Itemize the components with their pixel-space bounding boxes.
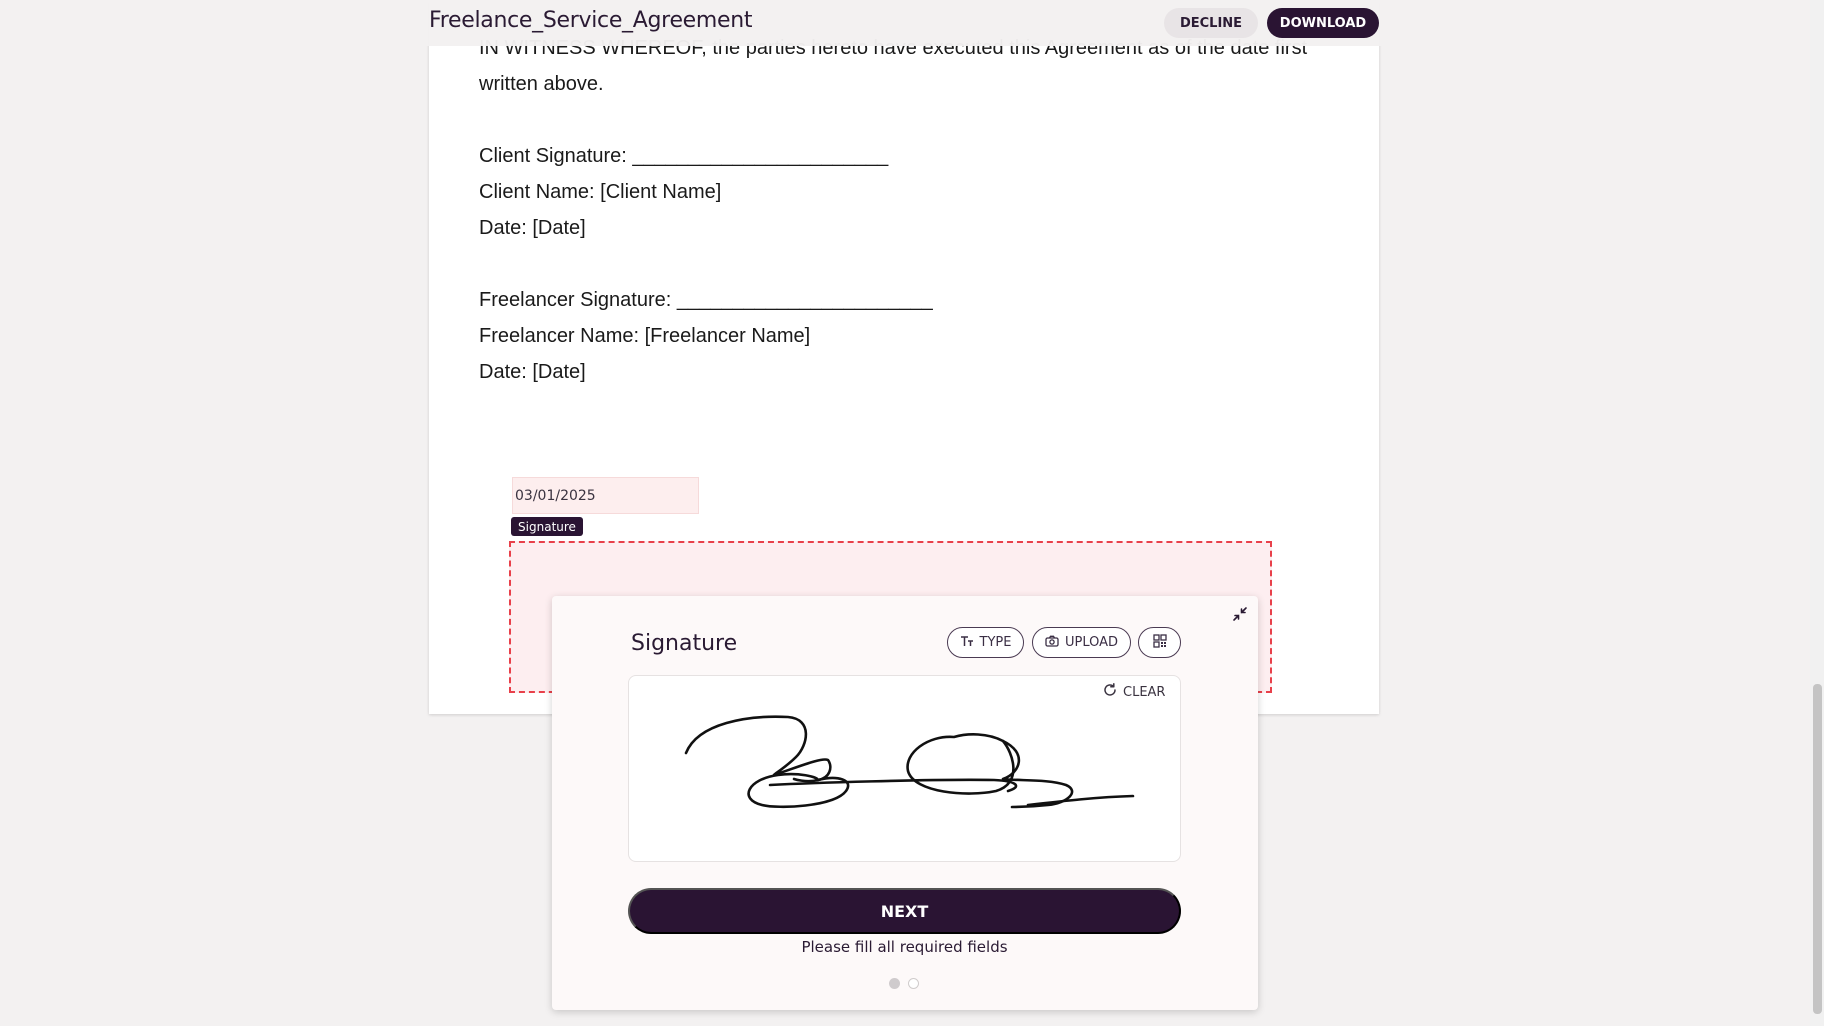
qr-code-button[interactable] <box>1138 627 1181 658</box>
decline-button[interactable]: DECLINE <box>1164 8 1258 38</box>
qr-code-icon <box>1152 633 1167 652</box>
upload-button[interactable]: UPLOAD <box>1032 627 1131 658</box>
client-name-line: Client Name: [Client Name] <box>479 181 722 203</box>
freelancer-date-line: Date: [Date] <box>479 361 586 383</box>
type-button[interactable]: TYPE <box>947 627 1024 658</box>
document-body: IN WITNESS WHEREOF, the parties hereto h… <box>479 30 1329 390</box>
collapse-icon[interactable] <box>1230 604 1250 624</box>
upload-button-label: UPLOAD <box>1064 635 1119 650</box>
header-bar <box>0 0 1810 46</box>
pager-dot-1[interactable] <box>889 978 900 989</box>
freelancer-signature-line: Freelancer Signature: __________________… <box>479 289 933 311</box>
clear-button[interactable]: CLEAR <box>1103 681 1165 703</box>
client-signature-line: Client Signature: ______________________… <box>479 145 889 167</box>
date-field[interactable]: 03/01/2025 <box>512 477 699 514</box>
drawn-signature <box>684 715 1135 809</box>
signature-panel-title: Signature <box>631 631 738 656</box>
document-title: Freelance_Service_Agreement <box>429 8 753 33</box>
signature-field-tag: Signature <box>511 517 583 536</box>
required-fields-hint: Please fill all required fields <box>801 938 1008 956</box>
pager-dot-2[interactable] <box>908 978 919 989</box>
client-date-line: Date: [Date] <box>479 217 586 239</box>
witness-clause-line-2: written above. <box>479 73 604 95</box>
scrollbar-thumb[interactable] <box>1813 684 1822 1014</box>
download-button[interactable]: DOWNLOAD <box>1267 8 1379 38</box>
camera-icon <box>1045 635 1059 651</box>
next-button[interactable]: NEXT <box>628 888 1181 934</box>
clear-button-label: CLEAR <box>1123 684 1166 700</box>
type-button-label: TYPE <box>979 635 1012 650</box>
freelancer-name-line: Freelancer Name: [Freelancer Name] <box>479 325 811 347</box>
text-size-icon <box>960 635 974 651</box>
refresh-icon <box>1103 683 1117 701</box>
